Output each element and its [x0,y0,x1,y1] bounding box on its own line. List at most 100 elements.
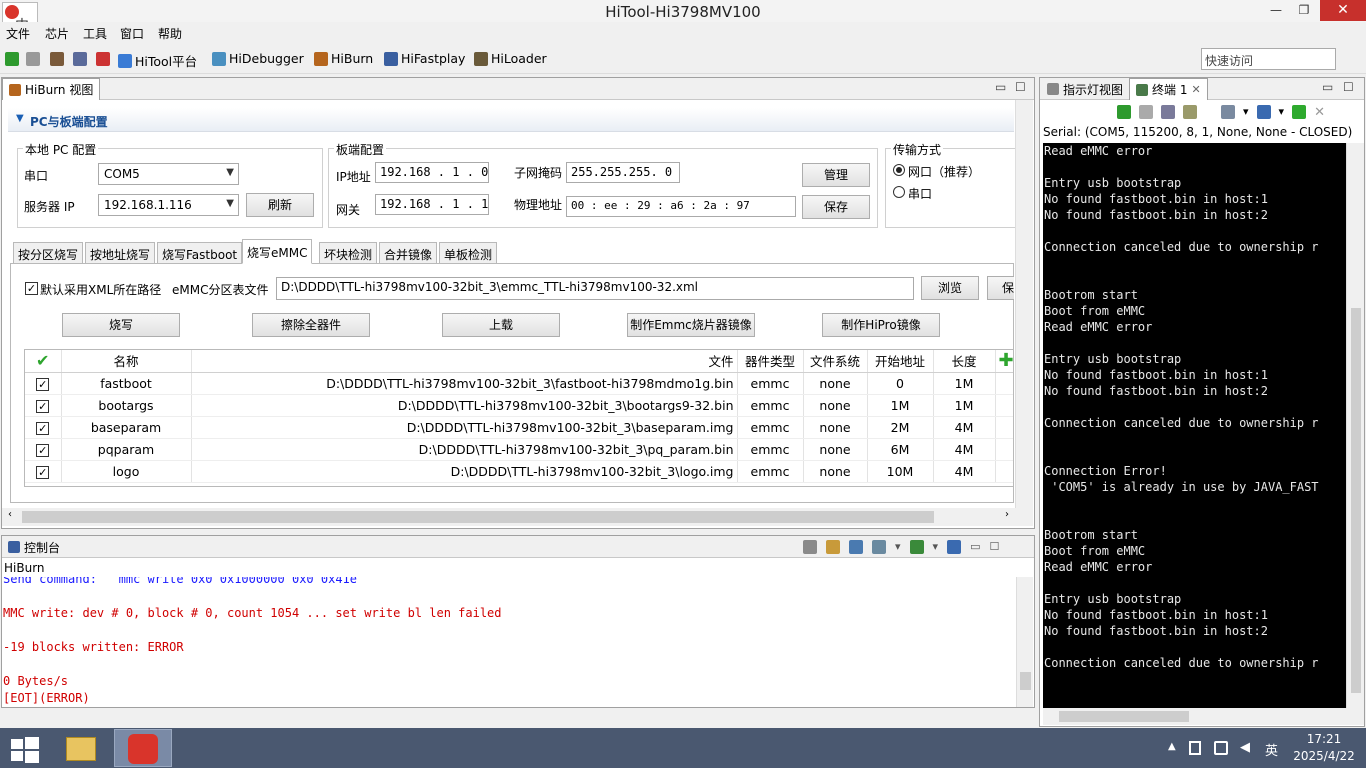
menu-help[interactable]: 帮助 [158,25,182,42]
clock-date[interactable]: 2025/4/22 [1290,749,1358,763]
transfer-icon[interactable] [96,52,110,66]
scroll-left-icon[interactable]: ‹ [8,509,12,520]
network-icon[interactable] [1214,741,1228,755]
close-terminal-icon[interactable]: ✕ [1314,105,1325,120]
console-vscroll[interactable] [1016,577,1033,707]
row-file[interactable]: D:\DDDD\TTL-hi3798mv100-32bit_3\fastboot… [191,372,738,395]
erase-all-button[interactable]: 擦除全器件 [252,313,370,337]
ip-input[interactable]: 192.168 . 1 . 0 [375,162,489,183]
minimize-button[interactable]: — [1262,0,1290,21]
close-tab-icon[interactable]: ✕ [1191,83,1200,96]
close-button[interactable]: ✕ [1320,0,1366,21]
speaker-icon[interactable]: ◀ [1240,740,1250,755]
row-file[interactable]: D:\DDDD\TTL-hi3798mv100-32bit_3\basepara… [191,416,738,439]
chip-icon[interactable] [50,52,64,66]
clear-console-icon[interactable] [803,540,817,554]
settings-icon[interactable] [73,52,87,66]
display-console-icon[interactable] [872,540,886,554]
row-file[interactable]: D:\DDDD\TTL-hi3798mv100-32bit_3\pq_param… [191,438,738,461]
menu-file[interactable]: 文件 [6,25,30,42]
terminal-scroll-thumb[interactable] [1351,308,1361,693]
tab-partition-burn[interactable]: 按分区烧写 [13,242,84,264]
make-hipro-image-button[interactable]: 制作HiPro镜像 [822,313,940,337]
maximize-terminal-icon[interactable]: ☐ [1343,80,1354,94]
menu-window[interactable]: 窗口 [120,25,144,42]
menu-tools[interactable]: 工具 [83,25,107,42]
mask-input[interactable]: 255.255.255. 0 [566,162,680,183]
tab-board-check[interactable]: 单板检测 [439,242,498,264]
select-all-header[interactable]: ✔ [25,350,62,373]
tab-address-burn[interactable]: 按地址烧写 [85,242,156,264]
pin-console-icon[interactable] [849,540,863,554]
minimize-view-icon[interactable]: ▭ [995,80,1006,94]
net-radio[interactable] [893,164,905,176]
tab-fastboot-burn[interactable]: 烧写Fastboot [157,242,243,264]
row-file[interactable]: D:\DDDD\TTL-hi3798mv100-32bit_3\logo.img [191,460,738,483]
run-icon[interactable] [1292,105,1307,119]
console-scroll-thumb[interactable] [1020,672,1031,690]
table-file-input[interactable]: D:\DDDD\TTL-hi3798mv100-32bit_3\emmc_TTL… [276,277,914,300]
row-checkbox[interactable]: ✓ [36,443,50,457]
hitool-taskbar-button[interactable] [114,729,172,767]
serial-radio[interactable] [893,186,905,198]
browse-button[interactable]: 浏览 [921,276,979,300]
explorer-taskbar-button[interactable] [57,730,105,766]
burn-button[interactable]: 烧写 [62,313,180,337]
clock-time[interactable]: 17:21 [1294,732,1354,746]
refresh-button[interactable]: 刷新 [246,193,314,217]
hiburn-view-tab[interactable]: HiBurn 视图 [2,78,101,100]
hidebugger-button[interactable]: HiDebugger [212,51,304,66]
table-row[interactable]: ✓ bootargs D:\DDDD\TTL-hi3798mv100-32bit… [25,394,1013,417]
console-tab[interactable]: 控制台 [2,536,66,558]
menu-chip[interactable]: 芯片 [45,25,69,42]
led-view-tab[interactable]: 指示灯视图 [1041,78,1129,100]
connect-icon[interactable] [1117,105,1131,119]
mac-input[interactable]: 00 : ee : 29 : a6 : 2a : 97 [566,196,796,217]
minimize-icon[interactable]: ▭ [970,540,980,554]
connect-icon[interactable] [5,52,19,66]
collapse-icon[interactable]: ▼ [16,113,24,124]
tab-merge-image[interactable]: 合并镜像 [379,242,438,264]
section-header[interactable]: ▼ PC与板端配置 [8,108,1014,132]
row-checkbox[interactable]: ✓ [36,377,50,391]
table-row[interactable]: ✓ baseparam D:\DDDD\TTL-hi3798mv100-32bi… [25,416,1013,439]
row-file[interactable]: D:\DDDD\TTL-hi3798mv100-32bit_3\bootargs… [191,394,738,417]
row-checkbox[interactable]: ✓ [36,465,50,479]
terminal-hscroll[interactable] [1043,708,1364,725]
hiburn-vscroll[interactable] [1015,100,1033,508]
hiloader-button[interactable]: HiLoader [474,51,547,66]
export-icon[interactable] [947,540,962,554]
manage-button[interactable]: 管理 [802,163,870,187]
scroll-lock-icon[interactable] [1221,105,1235,119]
add-row-header[interactable]: ✚ [995,350,1014,373]
settings-icon[interactable] [1161,105,1175,119]
hitool-platform-button[interactable]: HiTool平台 [118,51,197,70]
scroll-right-icon[interactable]: › [1005,509,1009,520]
table-row[interactable]: ✓ logo D:\DDDD\TTL-hi3798mv100-32bit_3\l… [25,460,1013,483]
maximize-view-icon[interactable]: ☐ [1015,80,1026,94]
disconnect-icon[interactable] [1139,105,1153,119]
hiburn-hscroll[interactable]: ‹ › [2,508,1033,526]
terminal-vscroll[interactable] [1346,143,1364,708]
scroll-lock-icon[interactable] [826,540,840,554]
terminal-tab[interactable]: 终端 1 ✕ [1129,78,1208,100]
ime-indicator[interactable]: 英 [1265,740,1278,759]
table-row[interactable]: ✓ pqparam D:\DDDD\TTL-hi3798mv100-32bit_… [25,438,1013,461]
maximize-icon[interactable]: ☐ [989,540,999,554]
hifastplay-button[interactable]: HiFastplay [384,51,465,66]
chevron-down-icon[interactable]: ▾ [1279,105,1285,120]
save-button[interactable]: 保存 [802,195,870,219]
upload-button[interactable]: 上载 [442,313,560,337]
plus-icon[interactable]: ✚ [999,350,1014,371]
hiburn-button[interactable]: HiBurn [314,51,373,66]
device-icon[interactable] [1189,741,1201,755]
copy-icon[interactable] [1183,105,1197,119]
quick-access-input[interactable]: 快速访问 [1201,48,1336,70]
tab-emmc-burn[interactable]: 烧写eMMC [242,239,313,264]
minimize-terminal-icon[interactable]: ▭ [1322,80,1333,94]
serial-select[interactable]: COM5 ▼ [98,163,239,185]
chevron-down-icon[interactable]: ▾ [1243,105,1249,120]
terminal-hscroll-thumb[interactable] [1059,711,1189,722]
disconnect-icon[interactable] [26,52,40,66]
chevron-down-icon[interactable]: ▾ [933,540,939,554]
